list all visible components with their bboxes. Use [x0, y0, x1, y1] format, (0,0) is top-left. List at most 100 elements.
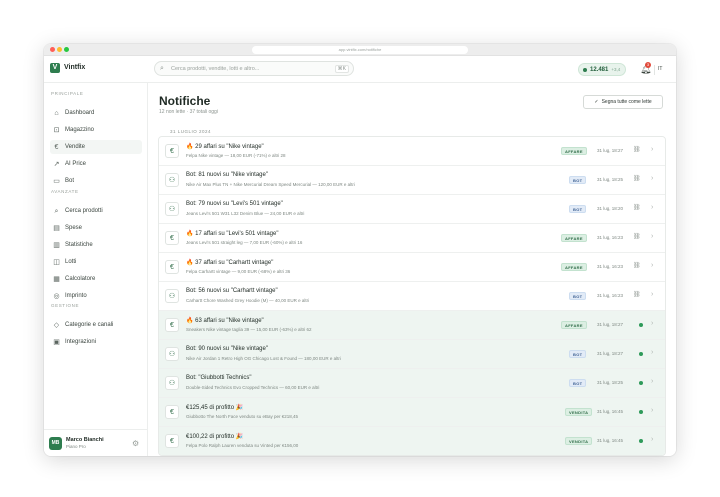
notification-subtitle: Carhartt Chore Washed Grey Hoodie (M) — …	[186, 298, 310, 303]
close-dot[interactable]	[50, 47, 55, 52]
sidebar-item-label: Categorie e canali	[65, 322, 114, 328]
sidebar-item-dashboard[interactable]: ⌂ Dashboard	[50, 106, 142, 120]
notification-type-badge: BOT	[569, 176, 587, 184]
sidebar-item-label: Spese	[65, 225, 83, 231]
link-icon[interactable]: ⛓	[633, 204, 641, 211]
notifications-count-badge: 3	[645, 62, 651, 68]
sidebar-item-cerca-prodotti[interactable]: ⌕ Cerca prodotti	[50, 204, 142, 218]
notification-row[interactable]: € 🔥 17 affari su "Levi's 501 vintage" Jean…	[159, 224, 665, 253]
notification-row[interactable]: € €100,22 di profitto 🎉 Felpa Polo Ralph L…	[159, 427, 665, 455]
sidebar-item-lotti[interactable]: ◫ Lotti	[50, 255, 142, 269]
bot-icon: ⚇	[165, 376, 179, 390]
search-input[interactable]: ⌕ Cerca prodotti, vendite, lotti e altro…	[154, 61, 354, 76]
user-menu[interactable]: IT	[658, 66, 662, 72]
notification-subtitle: Jeans Levi's 501 W31 L32 Denim Blue — 24…	[186, 211, 305, 216]
notification-time: 31 lug, 18:25	[597, 177, 624, 182]
notification-subtitle: Giubbotto The North Face venduto su eBay…	[186, 414, 298, 419]
app-name[interactable]: Vintfix	[64, 64, 85, 71]
chevron-right-icon[interactable]: ›	[651, 349, 653, 356]
unread-dot-icon	[639, 381, 643, 385]
sidebar-item-ai-price[interactable]: ↗ AI Price	[50, 157, 142, 171]
user-name: Marco Bianchi	[66, 437, 104, 443]
plug-icon: ▣	[53, 338, 60, 346]
bot-icon: ⚇	[165, 289, 179, 303]
chevron-right-icon[interactable]: ›	[651, 233, 653, 240]
notification-subtitle: Sneakers Nike vintage taglia 39 — 15,00 …	[186, 327, 312, 332]
box-icon: ⊡	[53, 126, 60, 134]
notification-title: 🔥 17 affari su "Levi's 501 vintage"	[186, 231, 279, 237]
date-group-label: 31 LUGLIO 2024	[170, 129, 212, 134]
calculator-icon: ▦	[53, 275, 60, 283]
search-shortcut: ⌘K	[334, 65, 349, 73]
wallet-badge[interactable]: 12.481 +3,4	[578, 63, 627, 76]
notification-time: 31 lug, 18:27	[597, 322, 624, 327]
notification-time: 31 lug, 18:20	[597, 206, 624, 211]
notification-row[interactable]: ⚇ Bot: 81 nuovi su "Nike vintage" Nike Air…	[159, 166, 665, 195]
notification-row[interactable]: ⚇ Bot: "Giubbotti Technics" Double-Sided T…	[159, 369, 665, 398]
sidebar-item-statistiche[interactable]: ▥ Statistiche	[50, 238, 142, 252]
maximize-dot[interactable]	[64, 47, 69, 52]
notification-title: €100,22 di profitto 🎉	[186, 434, 244, 440]
user-card[interactable]: MB Marco Bianchi Piano Pro ⚙	[44, 429, 148, 456]
euro-icon: €	[165, 260, 179, 274]
home-icon: ⌂	[54, 109, 59, 117]
chevron-right-icon[interactable]: ›	[651, 146, 653, 153]
search-placeholder: Cerca prodotti, vendite, lotti e altro..…	[171, 66, 260, 72]
notification-type-badge: AFFARE	[561, 234, 587, 242]
check-icon: ✓	[594, 99, 599, 105]
notification-row[interactable]: ⚇ Bot: 79 nuovi su "Levi's 501 vintage" Je…	[159, 195, 665, 224]
chevron-right-icon[interactable]: ›	[651, 204, 653, 211]
sidebar-item-label: AI Price	[65, 161, 87, 167]
chevron-right-icon[interactable]: ›	[651, 262, 653, 269]
unread-dot-icon	[639, 439, 643, 443]
link-icon[interactable]: ⛓	[633, 175, 641, 182]
notification-type-badge: AFFARE	[561, 321, 587, 329]
notification-time: 31 lug, 16:23	[597, 235, 624, 240]
notification-time: 31 lug, 16:45	[597, 409, 624, 414]
chevron-right-icon[interactable]: ›	[651, 378, 653, 385]
notification-row[interactable]: € €125,45 di profitto 🎉 Giubbotto The Nort…	[159, 398, 665, 427]
notifications-list: € 🔥 29 affari su "Nike vintage" Felpa Nike…	[158, 136, 666, 456]
gear-icon[interactable]: ⚙	[132, 439, 139, 448]
sidebar-item-calcolatore[interactable]: ▦ Calcolatore	[50, 272, 142, 286]
sidebar-item-imprinto[interactable]: ◎ Imprinto	[50, 289, 142, 303]
sidebar-item-label: Bot	[65, 178, 75, 184]
sidebar-section-title: PRINCIPALE	[51, 91, 84, 96]
notification-time: 31 lug, 16:23	[597, 264, 624, 269]
sales-icon: €	[54, 143, 59, 151]
chevron-right-icon[interactable]: ›	[651, 436, 653, 443]
notification-row[interactable]: ⚇ Bot: 90 nuovi su "Nike vintage" Nike Air…	[159, 340, 665, 369]
chevron-right-icon[interactable]: ›	[651, 407, 653, 414]
notification-row[interactable]: € 🔥 29 affari su "Nike vintage" Felpa Nike…	[159, 137, 665, 166]
avatar: MB	[49, 437, 62, 450]
minimize-dot[interactable]	[57, 47, 62, 52]
chevron-right-icon[interactable]: ›	[651, 175, 653, 182]
chevron-right-icon[interactable]: ›	[651, 291, 653, 298]
search-icon: ⌕	[54, 207, 59, 215]
euro-icon: €	[165, 318, 179, 332]
sidebar-item-magazzino[interactable]: ⊡ Magazzino	[50, 123, 142, 137]
mark-all-label: Segna tutte come lette	[601, 99, 652, 105]
sidebar-item-label: Cerca prodotti	[65, 208, 103, 214]
sidebar-item-integrazioni[interactable]: ▣ Integrazioni	[50, 335, 142, 349]
link-icon[interactable]: ⛓	[633, 233, 641, 240]
notification-type-badge: BOT	[569, 379, 587, 387]
search-icon: ⌕	[160, 65, 164, 72]
sidebar-item-spese[interactable]: ▤ Spese	[50, 221, 142, 235]
sidebar-item-label: Vendite	[65, 144, 86, 150]
address-bar[interactable]: app.vintfix.com/notifiche	[252, 46, 468, 54]
chevron-right-icon[interactable]: ›	[651, 320, 653, 327]
sidebar-section-title: GESTIONE	[51, 303, 80, 308]
link-icon[interactable]: ⛓	[633, 146, 641, 153]
sidebar-item-vendite[interactable]: € Vendite	[50, 140, 142, 154]
notification-subtitle: Nike Air Max Plus TN + Nike Mercurial Dr…	[186, 182, 355, 187]
stats-icon: ▥	[53, 241, 60, 249]
notification-row[interactable]: € 🔥 37 affari su "Carhartt vintage" Felpa …	[159, 253, 665, 282]
link-icon[interactable]: ⛓	[633, 262, 641, 269]
notification-row[interactable]: ⚇ Bot: 56 nuovi su "Carhartt vintage" Carh…	[159, 282, 665, 311]
mark-all-read-button[interactable]: ✓ Segna tutte come lette	[583, 95, 663, 109]
link-icon[interactable]: ⛓	[633, 291, 641, 298]
sidebar-item-categorie-e-canali[interactable]: ◇ Categorie e canali	[50, 318, 142, 332]
sidebar-item-bot[interactable]: ▭ Bot	[50, 174, 142, 188]
notification-row[interactable]: € 🔥 63 affari su "Nike vintage" Sneakers N…	[159, 311, 665, 340]
